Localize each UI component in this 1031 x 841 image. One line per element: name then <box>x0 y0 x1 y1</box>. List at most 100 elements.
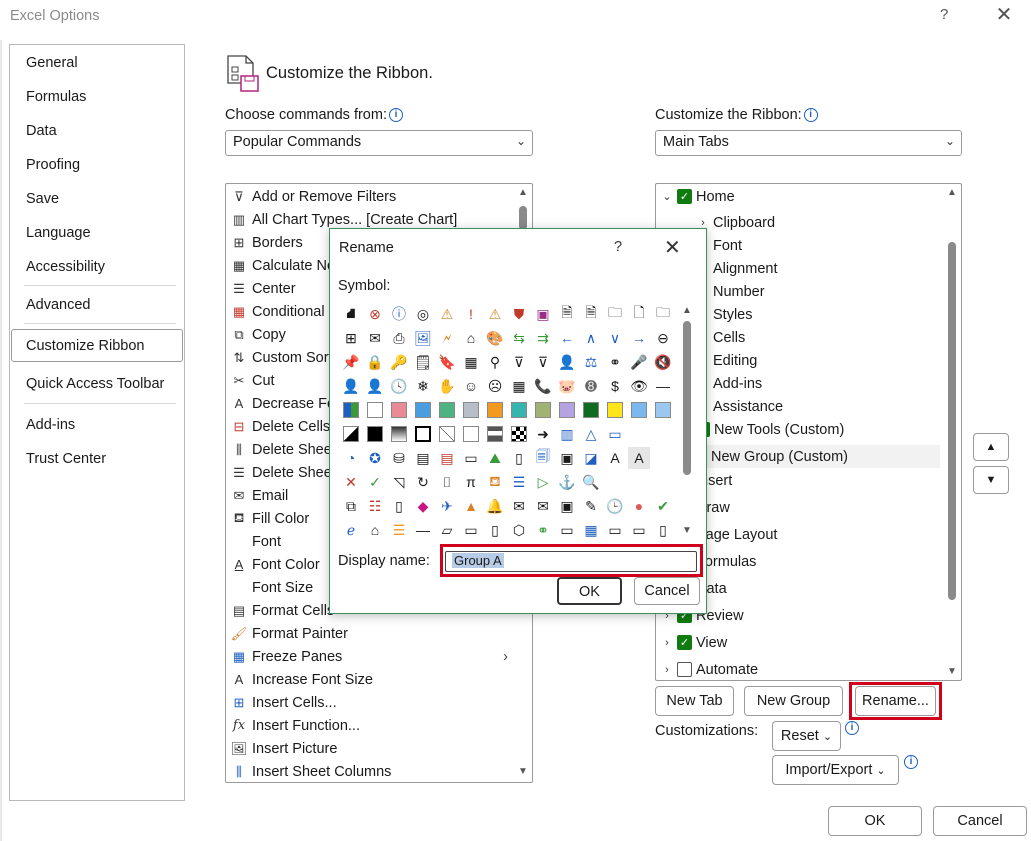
video-icon[interactable]: ▭ <box>556 519 578 541</box>
smile-icon[interactable]: ☺ <box>460 375 482 397</box>
picture-icon[interactable]: 🖼 <box>412 327 434 349</box>
piggy-bank-icon[interactable]: 🐷 <box>556 375 578 397</box>
save-icon[interactable]: ▣ <box>532 303 554 325</box>
scales-icon[interactable]: ⚖ <box>580 351 602 373</box>
bullet-list-icon[interactable]: ☰ <box>508 471 530 493</box>
folder-icon[interactable]: 🗀 <box>604 303 626 325</box>
pie-chart-icon[interactable]: ◔ <box>340 447 362 469</box>
printer-icon[interactable]: ⎙ <box>388 327 410 349</box>
scroll-down-icon[interactable]: ▼ <box>518 766 528 777</box>
list-item[interactable]: ✂ Cut <box>230 369 275 392</box>
swatch-pink-icon[interactable] <box>388 399 410 421</box>
nav-item-customize-ribbon[interactable]: Customize Ribbon <box>26 338 144 354</box>
tree-item-home[interactable]: ⌄ ✓ Home <box>660 185 734 208</box>
text-box-icon[interactable]: A <box>604 447 626 469</box>
tree-item-group[interactable]: ›Assistance <box>696 395 783 418</box>
cancel-circle-icon[interactable]: ⊗ <box>364 303 386 325</box>
lock-icon[interactable]: 🔒 <box>364 351 386 373</box>
copy-pages-icon[interactable]: ⧉ <box>340 495 362 517</box>
checkbox-checked[interactable]: ✓ <box>677 189 692 204</box>
chevron-right-icon[interactable]: › <box>696 217 710 229</box>
play-icon[interactable]: ▷ <box>532 471 554 493</box>
page-curl-icon[interactable]: ▯ <box>388 495 410 517</box>
list-item[interactable]: ⊞ Borders <box>230 231 303 254</box>
landscape-icon[interactable]: ⛰ <box>484 447 506 469</box>
line-icon[interactable]: — <box>652 375 674 397</box>
list-doc-icon[interactable]: ▤ <box>412 447 434 469</box>
pi-icon[interactable]: π <box>460 471 482 493</box>
folder-open-icon[interactable]: 🗀 <box>652 303 674 325</box>
frame-icon[interactable]: ▣ <box>556 447 578 469</box>
scrollbar-thumb[interactable] <box>948 242 956 600</box>
outline-square-icon[interactable] <box>412 423 434 445</box>
choose-commands-combo[interactable]: Popular Commands ⌄ <box>225 130 533 156</box>
hand-icon[interactable]: ✋ <box>436 375 458 397</box>
note-fold-icon[interactable]: ▱ <box>436 519 458 541</box>
chevron-right-icon[interactable]: › <box>660 637 674 649</box>
refresh-icon[interactable]: ↻ <box>412 471 434 493</box>
tree-item-tab[interactable]: › ✓ View <box>660 631 727 654</box>
swatch-blue-icon[interactable] <box>412 399 434 421</box>
nav-item-formulas[interactable]: Formulas <box>26 89 86 105</box>
nav-item-language[interactable]: Language <box>26 225 91 241</box>
new-tab-button[interactable]: New Tab <box>655 686 734 716</box>
snowflake-icon[interactable]: ❄ <box>412 375 434 397</box>
caret-down-icon[interactable]: ∨ <box>604 327 626 349</box>
nav-item-data[interactable]: Data <box>26 123 57 139</box>
dash-icon[interactable]: — <box>412 519 434 541</box>
envelope-icon[interactable]: ✉ <box>532 495 554 517</box>
blank-page-icon[interactable]: 🗋 <box>628 303 650 325</box>
scroll-up-icon[interactable]: ▲ <box>518 187 528 198</box>
link-doc-icon[interactable]: ▭ <box>460 447 482 469</box>
black-square-icon[interactable] <box>364 423 386 445</box>
check-mark-icon[interactable]: ✓ <box>364 471 386 493</box>
move-up-button[interactable]: ▲ <box>973 433 1009 461</box>
bell-icon[interactable]: 🔔 <box>484 495 506 517</box>
scroll-down-icon[interactable]: ▼ <box>682 525 692 536</box>
list-item[interactable]: ▦ Freeze Panes › <box>230 645 512 668</box>
target-icon[interactable]: ◎ <box>412 303 434 325</box>
swatch-lavender-icon[interactable] <box>556 399 578 421</box>
browser-icon[interactable]: ℯ <box>340 519 362 541</box>
search-icon[interactable]: ⚲ <box>484 351 506 373</box>
person-icon[interactable]: 👤 <box>364 375 386 397</box>
nav-item-add-ins[interactable]: Add-ins <box>26 417 75 433</box>
user-icon[interactable]: 👤 <box>340 375 362 397</box>
anchor-icon[interactable]: ⚓ <box>556 471 578 493</box>
shield-icon[interactable]: ⛊ <box>508 303 530 325</box>
note-icon[interactable]: 🗒 <box>412 351 434 373</box>
scroll-up-icon[interactable]: ▲ <box>947 187 957 198</box>
mail-tray-icon[interactable]: ✉ <box>364 327 386 349</box>
frown-icon[interactable]: ☹ <box>484 375 506 397</box>
list-item[interactable]: ⇅ Custom Sort... <box>230 346 345 369</box>
document-arrow-icon[interactable]: 🗎 <box>580 303 602 325</box>
palette-icon[interactable]: 🎨 <box>484 327 506 349</box>
dollar-icon[interactable]: $ <box>604 375 626 397</box>
swatch-dark-green-icon[interactable] <box>580 399 602 421</box>
checker-square-icon[interactable] <box>508 423 530 445</box>
bar-chart-icon[interactable]: ▥ <box>556 423 578 445</box>
diagonal-square-icon[interactable] <box>436 423 458 445</box>
list-item[interactable]: A Increase Font Size <box>230 668 373 691</box>
list-item[interactable]: ⛾ Fill Color <box>230 507 310 530</box>
blank-doc-icon[interactable]: ▯ <box>508 447 530 469</box>
list-item[interactable]: ⊽ Add or Remove Filters <box>230 185 396 208</box>
triangle-icon[interactable]: △ <box>580 423 602 445</box>
microphone-icon[interactable]: 🎤 <box>628 351 650 373</box>
clipboard-icon[interactable]: ▭ <box>460 519 482 541</box>
contact-card-icon[interactable]: 👤 <box>556 351 578 373</box>
list-item[interactable]: ⫼ Insert Sheet Columns <box>230 760 391 782</box>
bracket-icon[interactable]: ⌷ <box>436 471 458 493</box>
nav-item-general[interactable]: General <box>26 55 78 71</box>
swatch-green-icon[interactable] <box>436 399 458 421</box>
power-doc-icon[interactable]: 🗲 <box>436 327 458 349</box>
list-item[interactable]: ⊟ Delete Cells... <box>230 415 343 438</box>
arrow-left-icon[interactable]: ← <box>556 327 578 349</box>
scrollbar-thumb[interactable] <box>519 206 527 230</box>
swatch-yellow-icon[interactable] <box>604 399 626 421</box>
checkbox-checked[interactable]: ✓ <box>677 635 692 650</box>
envelope-open-icon[interactable]: ✉ <box>508 495 530 517</box>
tree-item-group[interactable]: › Clipboard <box>696 211 775 234</box>
list-item[interactable]: 🖼 Insert Picture <box>230 737 338 760</box>
info-circle-icon[interactable]: ⓘ <box>388 303 410 325</box>
